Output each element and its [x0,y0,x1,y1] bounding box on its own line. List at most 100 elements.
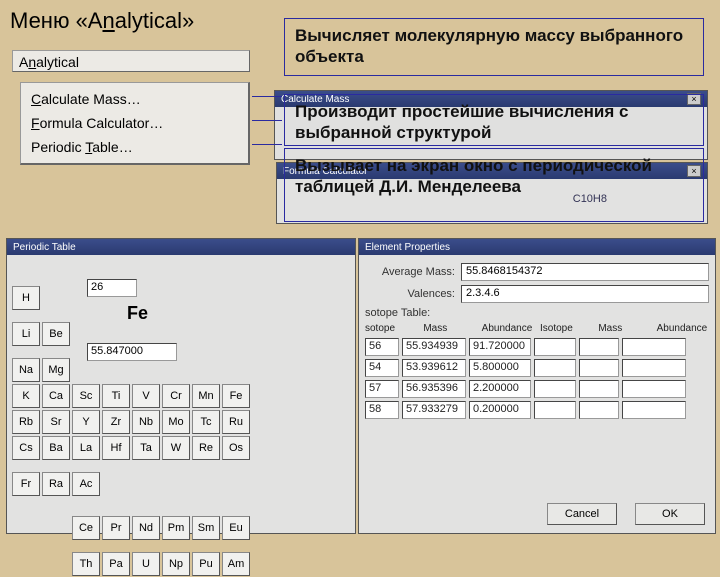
isotope-cell[interactable]: 55.934939 [402,338,466,356]
isotope-cell[interactable] [579,338,619,356]
isotope-cell[interactable]: 91.720000 [469,338,531,356]
element-cell-h[interactable]: H [12,286,40,310]
element-cell-eu[interactable]: Eu [222,516,250,540]
element-cell-la[interactable]: La [72,436,100,460]
element-cell-w[interactable]: W [162,436,190,460]
element-cell-pr[interactable]: Pr [102,516,130,540]
element-cell-ca[interactable]: Ca [42,384,70,408]
element-cell-ba[interactable]: Ba [42,436,70,460]
isotope-cell[interactable]: 58 [365,401,399,419]
isotope-cell[interactable]: 57 [365,380,399,398]
element-cell-ac[interactable]: Ac [72,472,100,496]
element-properties-window: Element Properties Average Mass: 55.8468… [358,238,716,534]
element-cell-ra[interactable]: Ra [42,472,70,496]
isotope-cell[interactable] [622,380,686,398]
element-cell-sm[interactable]: Sm [192,516,220,540]
avg-mass-label: Average Mass: [365,266,455,278]
element-cell-cr[interactable]: Cr [162,384,190,408]
element-cell-rb[interactable]: Rb [12,410,40,434]
element-cell-mg[interactable]: Mg [42,358,70,382]
element-cell-th[interactable]: Th [72,552,100,576]
isotope-cell[interactable]: 54 [365,359,399,377]
valences-field[interactable]: 2.3.4.6 [461,285,709,303]
isotope-table-label: sotope Table: [365,307,430,319]
menu-item-calculate-mass[interactable]: Calculate Mass… [21,87,248,111]
periodic-table-titlebar: Periodic Table [7,239,355,255]
connector-line [252,96,282,97]
element-cell-cs[interactable]: Cs [12,436,40,460]
element-cell-k[interactable]: K [12,384,40,408]
element-cell-fr[interactable]: Fr [12,472,40,496]
periodic-table-window: Periodic Table 26 Fe 55.847000 HLiBeNaMg… [6,238,356,534]
element-cell-ti[interactable]: Ti [102,384,130,408]
title-prefix: Меню «A [10,8,102,33]
element-cell-u[interactable]: U [132,552,160,576]
element-cell-be[interactable]: Be [42,322,70,346]
element-cell-v[interactable]: V [132,384,160,408]
connector-line [252,120,282,121]
isotope-cell[interactable]: 5.800000 [469,359,531,377]
connector-line [252,144,282,145]
element-cell-pa[interactable]: Pa [102,552,130,576]
element-cell-na[interactable]: Na [12,358,40,382]
menu-item-periodic-table[interactable]: Periodic Table… [21,135,248,159]
avg-mass-field[interactable]: 55.8468154372 [461,263,709,281]
element-cell-np[interactable]: Np [162,552,190,576]
isotope-cell[interactable] [579,401,619,419]
element-cell-fe[interactable]: Fe [222,384,250,408]
element-cell-mo[interactable]: Mo [162,410,190,434]
menu-button-pre: A [19,54,28,70]
element-cell-mn[interactable]: Mn [192,384,220,408]
element-cell-y[interactable]: Y [72,410,100,434]
isotope-cell[interactable] [622,359,686,377]
explanation-formula-calc: Производит простейшие вычисления с выбра… [284,94,704,146]
isotope-cell[interactable] [622,401,686,419]
element-cell-nb[interactable]: Nb [132,410,160,434]
element-cell-ce[interactable]: Ce [72,516,100,540]
element-properties-title: Element Properties [365,242,450,253]
isotope-grid: sotope Mass Abundance Isotope Mass Abund… [365,323,709,422]
isotope-cell[interactable]: 56.935396 [402,380,466,398]
analytical-menu: Calculate Mass… Formula Calculator… Peri… [20,82,250,165]
element-cell-pu[interactable]: Pu [192,552,220,576]
isotope-cell[interactable] [579,359,619,377]
element-cell-tc[interactable]: Tc [192,410,220,434]
isotope-cell[interactable]: 57.933279 [402,401,466,419]
ok-button[interactable]: OK [635,503,705,525]
element-cell-sc[interactable]: Sc [72,384,100,408]
title-suffix: alytical» [115,8,194,33]
element-cell-hf[interactable]: Hf [102,436,130,460]
valences-label: Valences: [365,288,455,300]
periodic-table-title: Periodic Table [13,242,76,253]
isotope-cell[interactable]: 56 [365,338,399,356]
analytical-menu-button[interactable]: Analytical [12,50,250,72]
element-cell-pm[interactable]: Pm [162,516,190,540]
explanation-periodic-table: Вызывает на экран окно с периодической т… [284,148,704,222]
explanation-calc-mass: Вычисляет молекулярную массу выбранного … [284,18,704,76]
isotope-cell[interactable]: 0.200000 [469,401,531,419]
menu-button-post: alytical [36,54,79,70]
menu-item-formula-calculator[interactable]: Formula Calculator… [21,111,248,135]
isotope-cell[interactable]: 53.939612 [402,359,466,377]
isotope-cell[interactable] [534,380,576,398]
element-cell-os[interactable]: Os [222,436,250,460]
isotope-cell[interactable] [579,380,619,398]
isotope-cell[interactable] [622,338,686,356]
cancel-button[interactable]: Cancel [547,503,617,525]
isotope-cell[interactable]: 2.200000 [469,380,531,398]
isotope-row: 5857.9332790.200000 [365,401,709,419]
element-cell-ru[interactable]: Ru [222,410,250,434]
element-cell-nd[interactable]: Nd [132,516,160,540]
element-cell-re[interactable]: Re [192,436,220,460]
element-cell-sr[interactable]: Sr [42,410,70,434]
element-cell-zr[interactable]: Zr [102,410,130,434]
isotope-cell[interactable] [534,338,576,356]
periodic-grid: H LiBeNaMgKCaScTiVCrMnFe RbSrYZrNbMoTcRu Cs… [11,275,251,577]
element-cell-li[interactable]: Li [12,322,40,346]
element-cell-am[interactable]: Am [222,552,250,576]
isotope-header: sotope Mass Abundance Isotope Mass Abund… [365,323,709,334]
isotope-row: 5655.93493991.720000 [365,338,709,356]
element-cell-ta[interactable]: Ta [132,436,160,460]
isotope-cell[interactable] [534,401,576,419]
isotope-cell[interactable] [534,359,576,377]
